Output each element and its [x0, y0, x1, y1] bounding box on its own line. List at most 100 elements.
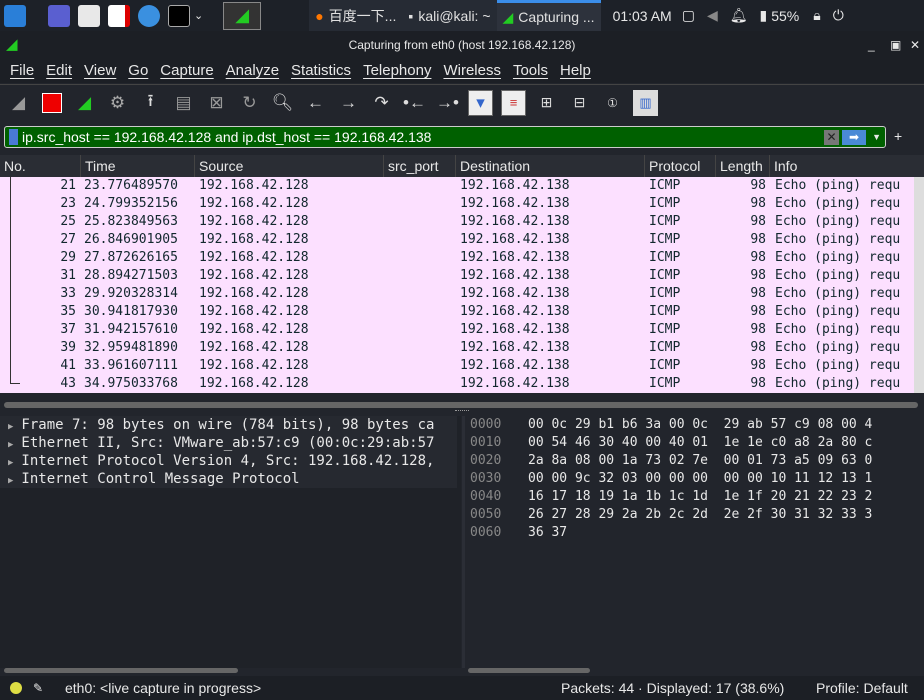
- vertical-scrollbar[interactable]: [914, 177, 924, 393]
- filter-text[interactable]: ip.src_host == 192.168.42.128 and ip.dst…: [22, 129, 824, 145]
- column-no[interactable]: No.: [0, 155, 81, 177]
- packet-row[interactable]: 21 23.776489570 192.168.42.128 192.168.42.1…: [0, 177, 924, 195]
- bytes-scrollbar[interactable]: [468, 668, 590, 673]
- editor-icon[interactable]: [108, 4, 130, 27]
- detail-tree-item[interactable]: ▶ Ethernet II, Src: VMware_ab:57:c9 (00:0…: [0, 434, 457, 452]
- packet-row[interactable]: 43 34.975033768 192.168.42.128 192.168.42.1…: [0, 375, 924, 393]
- packet-row[interactable]: 31 28.894271503 192.168.42.128 192.168.42.1…: [0, 267, 924, 285]
- menu-file[interactable]: File: [10, 59, 34, 83]
- capture-status-led-icon[interactable]: [10, 682, 22, 694]
- details-scrollbar[interactable]: [4, 668, 238, 673]
- column-time[interactable]: Time: [81, 155, 195, 177]
- capture-options-gear-icon[interactable]: ⚙: [105, 90, 130, 116]
- expand-arrow-icon[interactable]: ▶: [8, 476, 13, 486]
- bookmark-icon[interactable]: [9, 129, 18, 145]
- go-forward-arrow-icon[interactable]: →: [336, 90, 361, 116]
- open-file-icon[interactable]: ⭱: [138, 90, 163, 116]
- packet-row[interactable]: 35 30.941817930 192.168.42.128 192.168.42.1…: [0, 303, 924, 321]
- reload-file-icon[interactable]: ↻: [237, 90, 262, 116]
- column-src-port[interactable]: src_port: [384, 155, 456, 177]
- restart-capture-icon[interactable]: ◢: [72, 90, 97, 116]
- last-packet-icon[interactable]: →•: [435, 90, 460, 116]
- volume-icon[interactable]: ◀: [707, 7, 718, 24]
- normal-size-icon[interactable]: ①: [600, 90, 625, 116]
- hex-bytes[interactable]: 00 00 9c 32 03 00 00 00 00 00 10 11 12 1…: [528, 471, 872, 486]
- packet-row[interactable]: 27 26.846901905 192.168.42.128 192.168.42.1…: [0, 231, 924, 249]
- add-filter-button[interactable]: +: [894, 128, 902, 144]
- terminal-icon[interactable]: [168, 4, 190, 27]
- resize-columns-icon[interactable]: ▥: [633, 89, 658, 116]
- detail-tree-item[interactable]: ▶ Internet Control Message Protocol: [0, 470, 457, 488]
- packet-row[interactable]: 41 33.961607111 192.168.42.128 192.168.42.1…: [0, 357, 924, 375]
- menu-tools[interactable]: Tools: [513, 59, 548, 83]
- hex-bytes[interactable]: 00 54 46 30 40 00 40 01 1e 1e c0 a8 2a 8…: [528, 435, 872, 450]
- menu-telephony[interactable]: Telephony: [363, 59, 431, 83]
- logout-icon[interactable]: ⏻: [833, 7, 844, 24]
- first-packet-icon[interactable]: •←: [402, 90, 427, 116]
- column-source[interactable]: Source: [195, 155, 384, 177]
- packet-bytes-pane[interactable]: 0000 00 0c 29 b1 b6 3a 00 0c 29 ab 57 c9 …: [466, 416, 924, 668]
- menu-view[interactable]: View: [84, 59, 116, 83]
- packet-row[interactable]: 25 25.823849563 192.168.42.128 192.168.42.1…: [0, 213, 924, 231]
- colorize-icon[interactable]: ≡: [501, 89, 526, 116]
- hex-bytes[interactable]: 2a 8a 08 00 1a 73 02 7e 00 01 73 a5 09 6…: [528, 453, 872, 468]
- menu-go[interactable]: Go: [128, 59, 148, 83]
- wireshark-launcher[interactable]: ◢: [223, 1, 262, 30]
- lock-icon[interactable]: 🔒︎: [813, 7, 820, 24]
- kali-menu-icon[interactable]: [4, 4, 26, 27]
- chevron-down-icon[interactable]: ⌄: [194, 9, 203, 22]
- detail-tree-item[interactable]: ▶ Frame 7: 98 bytes on wire (784 bits), 9…: [0, 416, 457, 434]
- notification-bell-icon[interactable]: 🔔︎: [730, 7, 748, 24]
- close-file-icon[interactable]: ⊠: [204, 90, 229, 116]
- menu-analyze[interactable]: Analyze: [226, 59, 279, 83]
- detail-tree-item[interactable]: ▶ Internet Protocol Version 4, Src: 192.1…: [0, 452, 457, 470]
- profile-label[interactable]: Profile: Default: [816, 676, 908, 700]
- clock[interactable]: 01:03 AM: [613, 8, 672, 24]
- save-file-icon[interactable]: ▤: [171, 90, 196, 116]
- packet-row[interactable]: 39 32.959481890 192.168.42.128 192.168.42.1…: [0, 339, 924, 357]
- clear-filter-icon[interactable]: ✕: [824, 129, 840, 145]
- minimize-button[interactable]: _: [868, 31, 875, 59]
- column-protocol[interactable]: Protocol: [645, 155, 716, 177]
- browser-icon[interactable]: [138, 4, 160, 27]
- column-destination[interactable]: Destination: [456, 155, 645, 177]
- maximize-button[interactable]: ▣: [890, 31, 901, 59]
- zoom-in-icon[interactable]: ⊞: [534, 90, 559, 116]
- menu-capture[interactable]: Capture: [160, 59, 213, 83]
- find-packet-search-icon[interactable]: 🔍︎: [270, 90, 295, 116]
- details-hex-splitter[interactable]: [462, 416, 465, 668]
- packet-list-horizontal-scrollbar[interactable]: [4, 402, 918, 408]
- desktop-icon[interactable]: [48, 4, 70, 27]
- task-firefox[interactable]: ● 百度一下...: [309, 0, 403, 31]
- packet-row[interactable]: 29 27.872626165 192.168.42.128 192.168.42.1…: [0, 249, 924, 267]
- column-length[interactable]: Length: [716, 155, 770, 177]
- packet-row[interactable]: 33 29.920328314 192.168.42.128 192.168.42.1…: [0, 285, 924, 303]
- column-info[interactable]: Info: [770, 155, 924, 177]
- menu-edit[interactable]: Edit: [46, 59, 72, 83]
- close-button[interactable]: ✕: [910, 31, 920, 59]
- battery-icon[interactable]: ▮: [760, 7, 768, 24]
- filter-dropdown-icon[interactable]: ▼: [872, 132, 881, 142]
- task-wireshark[interactable]: ◢ Capturing ...: [496, 0, 601, 31]
- start-capture-icon[interactable]: ◢: [6, 90, 31, 116]
- packet-list[interactable]: 21 23.776489570 192.168.42.128 192.168.42.1…: [0, 177, 924, 393]
- go-to-packet-icon[interactable]: ↷: [369, 90, 394, 116]
- expand-arrow-icon[interactable]: ▶: [8, 440, 13, 450]
- menu-statistics[interactable]: Statistics: [291, 59, 351, 83]
- hex-bytes[interactable]: 00 0c 29 b1 b6 3a 00 0c 29 ab 57 c9 08 0…: [528, 417, 872, 432]
- files-icon[interactable]: [78, 4, 100, 27]
- stop-capture-icon[interactable]: [39, 90, 64, 116]
- hex-bytes[interactable]: 36 37: [528, 525, 567, 540]
- packet-details-pane[interactable]: ▶ Frame 7: 98 bytes on wire (784 bits), 9…: [0, 416, 461, 668]
- expand-arrow-icon[interactable]: ▶: [8, 458, 13, 468]
- apply-filter-arrow-icon[interactable]: ➡: [842, 129, 867, 145]
- display-icon[interactable]: ▢: [682, 7, 695, 24]
- zoom-out-icon[interactable]: ⊟: [567, 90, 592, 116]
- expand-arrow-icon[interactable]: ▶: [8, 422, 13, 432]
- go-back-arrow-icon[interactable]: ←: [303, 90, 328, 116]
- menu-help[interactable]: Help: [560, 59, 591, 83]
- hex-bytes[interactable]: 16 17 18 19 1a 1b 1c 1d 1e 1f 20 21 22 2…: [528, 489, 872, 504]
- display-filter-input[interactable]: ip.src_host == 192.168.42.128 and ip.dst…: [4, 126, 886, 148]
- capture-comment-icon[interactable]: ✎: [33, 676, 43, 700]
- menu-wireless[interactable]: Wireless: [443, 59, 501, 83]
